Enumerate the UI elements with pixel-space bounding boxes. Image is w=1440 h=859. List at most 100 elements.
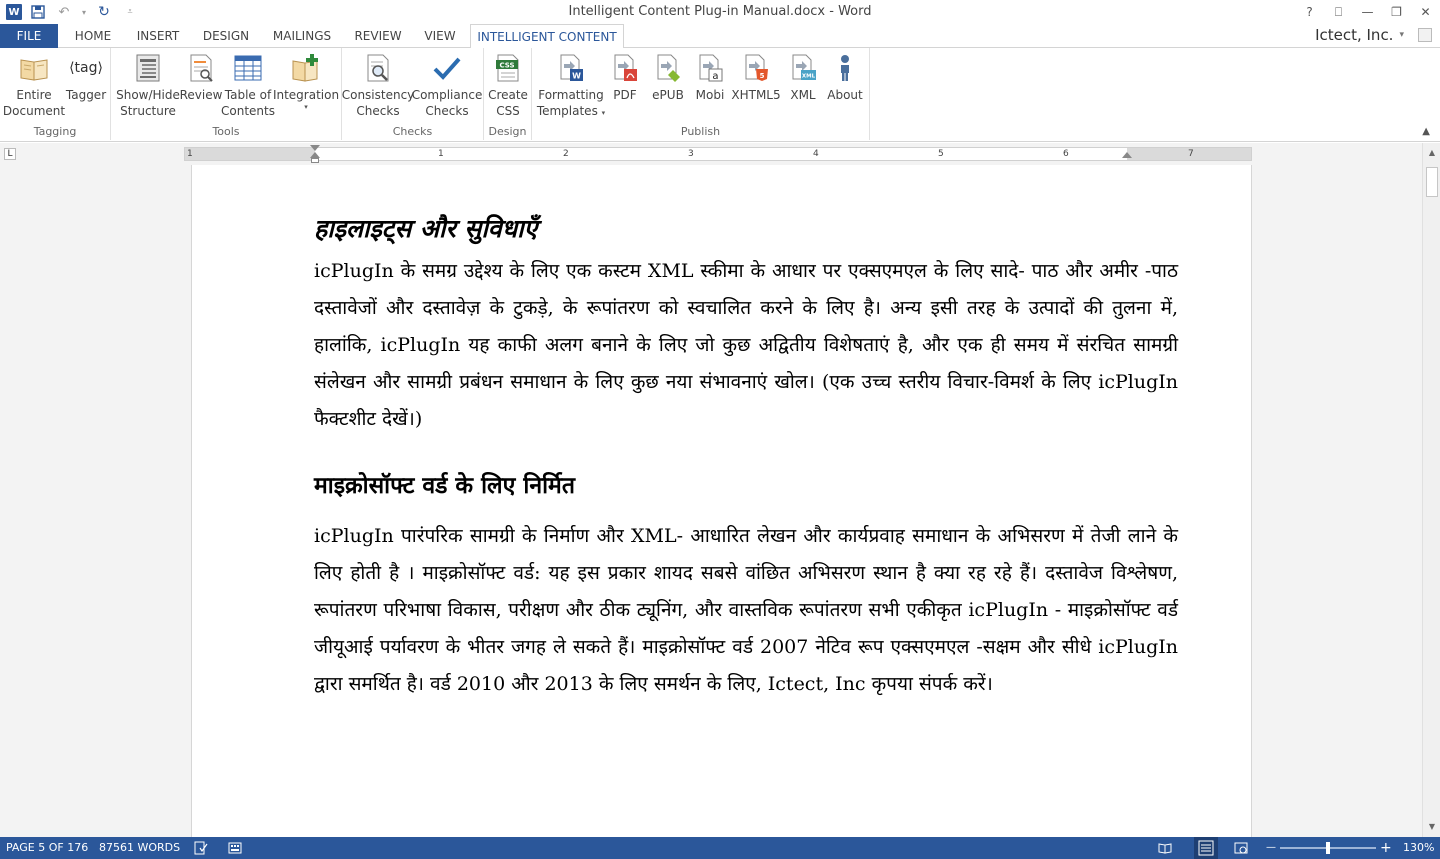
zoom-out-button[interactable]: — bbox=[1266, 837, 1276, 859]
ribbon-tabs: FILE HOME INSERT DESIGN MAILINGS REVIEW … bbox=[0, 24, 1440, 49]
pdf-button[interactable]: PDF bbox=[608, 52, 642, 103]
web-layout-icon[interactable] bbox=[1234, 841, 1248, 855]
document-area: हाइलाइट्स और सुविधाएँ icPlugIn के समग्र … bbox=[0, 165, 1422, 837]
integration-book-icon bbox=[290, 52, 322, 84]
account-name: Ictect, Inc. bbox=[1315, 26, 1394, 44]
compliance-checks-button[interactable]: Compliance Checks bbox=[412, 52, 482, 119]
ribbon-display-options-icon[interactable]: ⎕ bbox=[1324, 0, 1353, 24]
ruler-number: 1 bbox=[438, 149, 444, 159]
xml-icon: XML bbox=[787, 52, 819, 84]
tagger-button[interactable]: ⟨tag⟩ Tagger bbox=[64, 52, 108, 103]
ribbon: Entire Document ⟨tag⟩ Tagger Tagging Sho… bbox=[0, 48, 1440, 142]
magnifier-document-icon bbox=[362, 52, 394, 84]
info-person-icon bbox=[829, 52, 861, 84]
close-icon[interactable]: ✕ bbox=[1411, 0, 1440, 24]
epub-button[interactable]: ePUB bbox=[648, 52, 688, 103]
group-tools: Show/Hide Structure Review Table of Cont… bbox=[111, 48, 342, 140]
table-of-contents-button[interactable]: Table of Contents bbox=[221, 52, 275, 119]
scroll-up-icon[interactable]: ▲ bbox=[1426, 147, 1438, 159]
chevron-down-icon: ▾ bbox=[601, 109, 606, 117]
group-tagging: Entire Document ⟨tag⟩ Tagger Tagging bbox=[0, 48, 111, 140]
tab-file[interactable]: FILE bbox=[0, 24, 58, 48]
chevron-down-icon: ▾ bbox=[1399, 30, 1404, 40]
entire-document-button[interactable]: Entire Document bbox=[3, 52, 65, 119]
ruler-number: 2 bbox=[563, 149, 569, 159]
heading-highlights[interactable]: हाइलाइट्स और सुविधाएँ bbox=[314, 209, 1178, 249]
group-publish: W Formatting Templates ▾ PDF ePUB a Mobi bbox=[532, 48, 870, 140]
read-mode-icon[interactable] bbox=[1158, 841, 1172, 855]
create-css-button[interactable]: CSS Create CSS bbox=[486, 52, 530, 119]
html5-icon: 5 bbox=[740, 52, 772, 84]
about-button[interactable]: About bbox=[824, 52, 866, 103]
tab-view[interactable]: VIEW bbox=[416, 24, 464, 48]
book-icon bbox=[18, 52, 50, 84]
tab-intelligent-content[interactable]: INTELLIGENT CONTENT bbox=[470, 24, 624, 49]
table-icon bbox=[232, 52, 264, 84]
xhtml5-button[interactable]: 5 XHTML5 bbox=[730, 52, 782, 103]
horizontal-ruler[interactable]: 1 1 2 3 4 5 6 7 bbox=[184, 147, 1252, 161]
ruler-number: 3 bbox=[688, 149, 694, 159]
svg-text:CSS: CSS bbox=[499, 62, 514, 70]
review-button[interactable]: Review bbox=[180, 52, 222, 103]
zoom-slider-thumb[interactable] bbox=[1326, 842, 1330, 854]
epub-icon bbox=[652, 52, 684, 84]
tag-icon: ⟨tag⟩ bbox=[69, 60, 103, 76]
css-icon: CSS bbox=[492, 52, 524, 84]
document-content[interactable]: हाइलाइट्स और सुविधाएँ icPlugIn के समग्र … bbox=[314, 209, 1178, 703]
left-indent-marker[interactable] bbox=[311, 158, 319, 163]
macro-recording-icon[interactable] bbox=[228, 841, 242, 855]
right-indent-marker[interactable] bbox=[1122, 152, 1132, 158]
proofing-icon[interactable] bbox=[194, 841, 208, 855]
integration-button[interactable]: Integration ▾ bbox=[273, 52, 339, 111]
help-button[interactable]: ? bbox=[1295, 0, 1324, 24]
zoom-level[interactable]: 130% bbox=[1403, 837, 1434, 859]
paragraph-1[interactable]: icPlugIn के समग्र उद्देश्य के लिए एक कस्… bbox=[314, 253, 1178, 438]
ruler-row: L 1 1 2 3 4 5 6 7 bbox=[0, 143, 1422, 165]
ruler-number: 4 bbox=[813, 149, 819, 159]
account-picture[interactable] bbox=[1418, 28, 1432, 42]
tab-insert[interactable]: INSERT bbox=[130, 24, 186, 48]
print-layout-icon[interactable] bbox=[1194, 837, 1218, 859]
restore-icon[interactable]: ❐ bbox=[1382, 0, 1411, 24]
pdf-icon bbox=[609, 52, 641, 84]
chevron-down-icon: ▾ bbox=[304, 103, 308, 111]
heading-built-for-word[interactable]: माइक्रोसॉफ्ट वर्ड के लिए निर्मित bbox=[314, 466, 1178, 506]
xml-button[interactable]: XML XML bbox=[784, 52, 822, 103]
show-hide-structure-button[interactable]: Show/Hide Structure bbox=[115, 52, 181, 119]
structure-icon bbox=[132, 52, 164, 84]
account-menu[interactable]: Ictect, Inc. ▾ bbox=[1315, 26, 1404, 44]
group-design: CSS Create CSS Design bbox=[484, 48, 532, 140]
ruler-number: 5 bbox=[938, 149, 944, 159]
title-bar: W ↶ ▾ ↻ ⩡ Intelligent Content Plug-in Ma… bbox=[0, 0, 1440, 24]
consistency-checks-button[interactable]: Consistency Checks bbox=[342, 52, 414, 119]
zoom-in-button[interactable]: + bbox=[1380, 837, 1392, 859]
tab-mailings[interactable]: MAILINGS bbox=[266, 24, 338, 48]
first-line-indent-marker[interactable] bbox=[310, 145, 320, 151]
tab-selector[interactable]: L bbox=[4, 148, 16, 160]
document-page[interactable]: हाइलाइट्स और सुविधाएँ icPlugIn के समग्र … bbox=[191, 165, 1252, 837]
word-count[interactable]: 87561 WORDS bbox=[99, 837, 180, 859]
tab-review[interactable]: REVIEW bbox=[348, 24, 408, 48]
ruler-number: 1 bbox=[187, 149, 193, 159]
ruler-number: 7 bbox=[1188, 149, 1194, 159]
tab-home[interactable]: HOME bbox=[64, 24, 122, 48]
window-controls: ? ⎕ — ❐ ✕ bbox=[1295, 0, 1440, 24]
formatting-templates-button[interactable]: W Formatting Templates ▾ bbox=[536, 52, 606, 119]
scroll-down-icon[interactable]: ▼ bbox=[1426, 821, 1438, 833]
ruler-number: 6 bbox=[1063, 149, 1069, 159]
collapse-ribbon-icon[interactable]: ▲ bbox=[1422, 126, 1430, 137]
tab-design[interactable]: DESIGN bbox=[196, 24, 256, 48]
svg-text:5: 5 bbox=[760, 72, 765, 80]
svg-text:XML: XML bbox=[802, 74, 816, 80]
paragraph-2[interactable]: icPlugIn पारंपरिक सामग्री के निर्माण और … bbox=[314, 518, 1178, 703]
page-count[interactable]: PAGE 5 OF 176 bbox=[6, 837, 88, 859]
mobi-button[interactable]: a Mobi bbox=[690, 52, 730, 103]
word-template-icon: W bbox=[555, 52, 587, 84]
svg-text:a: a bbox=[712, 71, 718, 82]
group-checks: Consistency Checks Compliance Checks Che… bbox=[342, 48, 484, 140]
status-bar: PAGE 5 OF 176 87561 WORDS — + 130% bbox=[0, 837, 1440, 859]
review-document-icon bbox=[185, 52, 217, 84]
scroll-thumb[interactable] bbox=[1426, 167, 1438, 197]
minimize-icon[interactable]: — bbox=[1353, 0, 1382, 24]
vertical-scrollbar[interactable]: ▲ ▼ bbox=[1422, 143, 1440, 837]
